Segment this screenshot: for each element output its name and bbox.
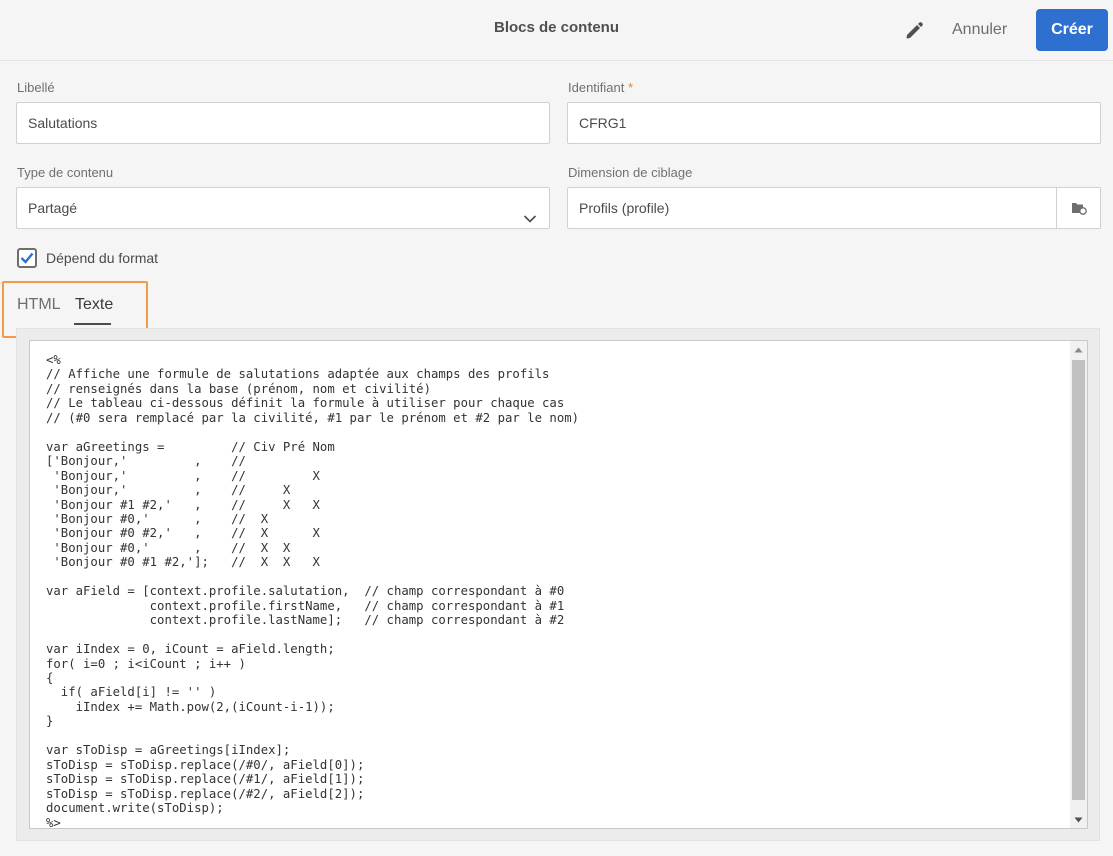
identifier-label-text: Identifiant bbox=[568, 80, 625, 95]
content-type-label: Type de contenu bbox=[17, 165, 114, 180]
targeting-dimension-label: Dimension de ciblage bbox=[568, 165, 693, 180]
active-tab-indicator bbox=[74, 323, 111, 325]
tab-texte[interactable]: Texte bbox=[75, 296, 113, 314]
chevron-down-icon bbox=[523, 201, 537, 223]
pencil-icon[interactable] bbox=[903, 19, 925, 41]
identifier-input[interactable] bbox=[567, 102, 1101, 144]
scrollbar-thumb[interactable] bbox=[1072, 360, 1085, 800]
content-type-select[interactable]: Partagé bbox=[16, 187, 550, 229]
label-input[interactable] bbox=[16, 102, 550, 144]
content-type-value: Partagé bbox=[28, 200, 78, 216]
identifier-field-label: Identifiant * bbox=[568, 80, 633, 95]
scroll-up-icon[interactable] bbox=[1070, 341, 1087, 358]
checkmark-icon bbox=[20, 252, 34, 264]
create-button[interactable]: Créer bbox=[1036, 9, 1108, 51]
header-bar: Blocs de contenu Annuler Créer bbox=[0, 0, 1113, 61]
targeting-dimension-value: Profils (profile) bbox=[579, 200, 670, 216]
depends-on-format-checkbox[interactable] bbox=[17, 248, 37, 268]
cancel-button[interactable]: Annuler bbox=[942, 17, 1017, 43]
scroll-down-icon[interactable] bbox=[1070, 811, 1087, 828]
vertical-scrollbar[interactable] bbox=[1070, 341, 1087, 828]
folder-picker-icon[interactable] bbox=[1056, 188, 1100, 228]
depends-on-format-label: Dépend du format bbox=[46, 250, 159, 266]
label-field-label: Libellé bbox=[17, 80, 55, 95]
targeting-dimension-field[interactable]: Profils (profile) bbox=[567, 187, 1101, 229]
code-editor[interactable]: <% // Affiche une formule de salutations… bbox=[29, 340, 1088, 829]
required-mark: * bbox=[628, 80, 634, 95]
tab-html[interactable]: HTML bbox=[17, 296, 61, 314]
code-text[interactable]: <% // Affiche une formule de salutations… bbox=[46, 353, 1056, 828]
